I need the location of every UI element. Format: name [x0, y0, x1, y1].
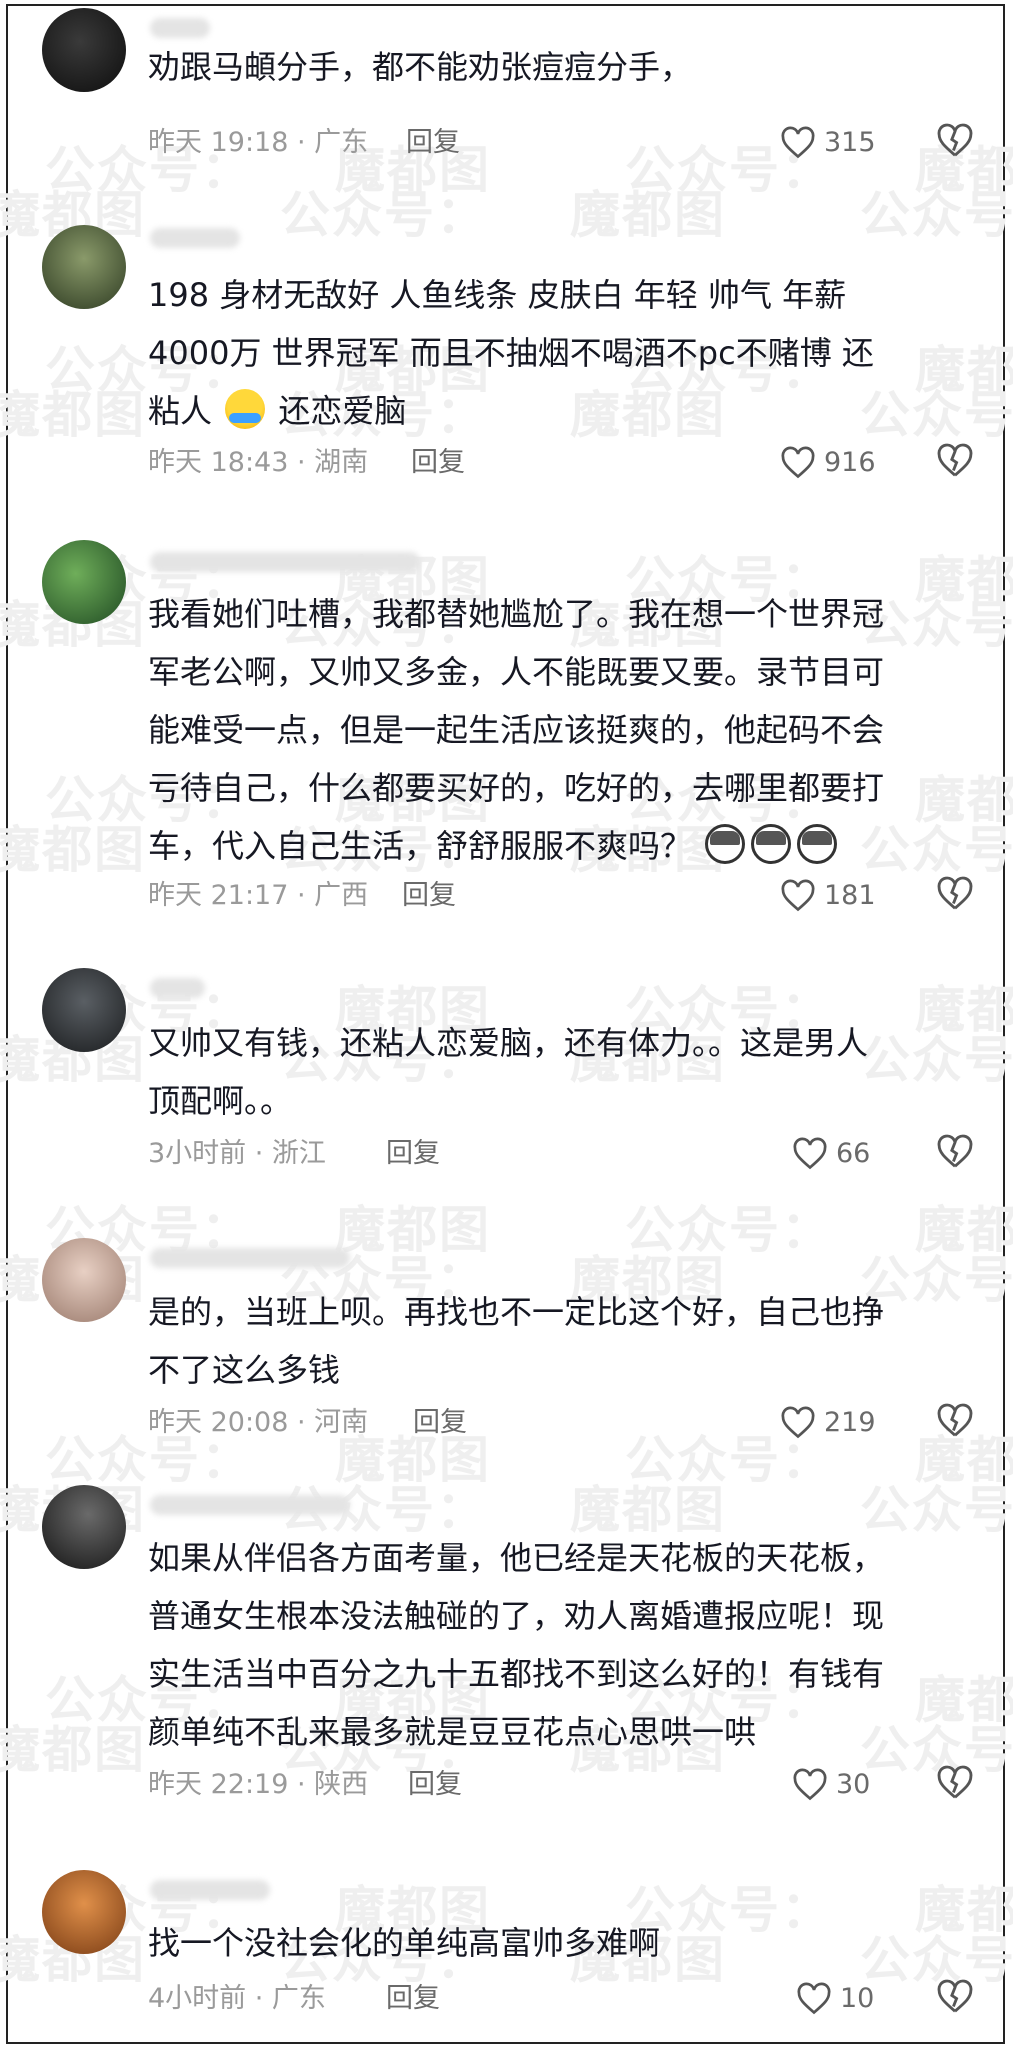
- heart-icon: [781, 1406, 815, 1439]
- comment-line: 我看她们吐槽，我都替她尴尬了。我在想一个世界冠: [148, 595, 885, 633]
- avatar[interactable]: [42, 225, 126, 309]
- comment-line: 军老公啊，又帅又多金，人不能既要又要。录节目可: [148, 653, 885, 691]
- like-count: 30: [836, 1769, 871, 1800]
- comment-meta: 昨天 20:08 · 河南 回复 219: [148, 1403, 978, 1443]
- broken-heart-icon[interactable]: [936, 876, 974, 912]
- broken-heart-icon[interactable]: [936, 1979, 974, 2015]
- comment-line: 实生活当中百分之九十五都找不到这么好的！有钱有: [148, 1655, 885, 1693]
- broken-heart-icon[interactable]: [936, 1765, 974, 1801]
- like-button[interactable]: 10: [796, 1979, 874, 2019]
- comment-time-location: 昨天 20:08 · 河南: [148, 1407, 369, 1438]
- heart-icon: [781, 879, 815, 912]
- comment-time-location: 昨天 21:17 · 广西: [148, 880, 369, 911]
- heart-icon: [781, 446, 815, 479]
- reply-button[interactable]: 回复: [402, 876, 456, 916]
- like-count: 219: [824, 1407, 876, 1438]
- comment-line: 亏待自己，什么都要买好的，吃好的，去哪里都要打: [148, 769, 885, 807]
- comment-text: 劝跟马頔分手，都不能劝张痘痘分手，: [148, 38, 968, 96]
- comment-line: 4000万 世界冠军 而且不抽烟不喝酒不pc不赌博 还: [148, 334, 874, 372]
- heart-icon: [781, 126, 815, 159]
- like-count: 66: [836, 1138, 871, 1169]
- avatar[interactable]: [42, 540, 126, 624]
- comment-line: 普通女生根本没法触碰的了，劝人离婚遭报应呢！现: [148, 1597, 885, 1635]
- reply-button[interactable]: 回复: [408, 1765, 462, 1805]
- comment-time-location: 4小时前 · 广东: [148, 1983, 326, 2014]
- username[interactable]: [150, 1495, 350, 1515]
- comment-line: 如果从伴侣各方面考量，他已经是天花板的天花板，: [148, 1539, 885, 1577]
- comment-text: 是的，当班上呗。再找也不一定比这个好，自己也挣 不了这么多钱: [148, 1283, 968, 1399]
- like-count: 315: [824, 127, 876, 158]
- username[interactable]: [150, 552, 420, 572]
- comment-line: 又帅又有钱，还粘人恋爱脑，还有体力。。这是男人: [148, 1024, 869, 1062]
- like-button[interactable]: 315: [780, 123, 876, 163]
- crying-emoji-icon: [225, 389, 266, 429]
- dog-emoji-icon: [797, 824, 838, 864]
- comment-line: 找一个没社会化的单纯高富帅多难啊: [148, 1924, 661, 1962]
- comment-time-location: 3小时前 · 浙江: [148, 1138, 326, 1169]
- dog-emoji-icon: [751, 824, 792, 864]
- heart-icon: [797, 1982, 831, 2015]
- like-button[interactable]: 30: [792, 1765, 870, 1805]
- like-button[interactable]: 916: [780, 443, 876, 483]
- username[interactable]: [150, 978, 205, 998]
- username[interactable]: [150, 18, 210, 38]
- comment-line: 能难受一点，但是一起生活应该挺爽的，他起码不会: [148, 711, 885, 749]
- comment-line: 粘人 还恋爱脑: [148, 382, 968, 440]
- comment-line: 是的，当班上呗。再找也不一定比这个好，自己也挣: [148, 1293, 885, 1331]
- like-button[interactable]: 219: [780, 1403, 876, 1443]
- comment-meta: 昨天 19:18 · 广东 回复 315: [148, 123, 978, 163]
- dog-emoji-icon: [705, 824, 746, 864]
- comment-text: 我看她们吐槽，我都替她尴尬了。我在想一个世界冠 军老公啊，又帅又多金，人不能既要…: [148, 585, 968, 875]
- username[interactable]: [150, 228, 240, 248]
- like-count: 916: [824, 447, 876, 478]
- avatar[interactable]: [42, 1238, 126, 1322]
- like-count: 10: [840, 1983, 875, 2014]
- comment-meta: 4小时前 · 广东 回复 10: [148, 1979, 978, 2019]
- avatar[interactable]: [42, 1485, 126, 1569]
- comment-line: 不了这么多钱: [148, 1351, 341, 1389]
- comment-time-location: 昨天 22:19 · 陕西: [148, 1769, 369, 1800]
- comment-line: 顶配啊。。: [148, 1082, 293, 1120]
- comment-line-part: 粘人: [148, 392, 213, 430]
- like-count: 181: [824, 880, 876, 911]
- comment-meta: 昨天 18:43 · 湖南 回复 916: [148, 443, 978, 483]
- heart-icon: [793, 1768, 827, 1801]
- reply-button[interactable]: 回复: [406, 123, 460, 163]
- broken-heart-icon[interactable]: [936, 1134, 974, 1170]
- comment-line: 颜单纯不乱来最多就是豆豆花点心思哄一哄: [148, 1713, 757, 1751]
- comment-line: 车，代入自己生活，舒舒服服不爽吗？: [148, 817, 968, 875]
- comment-text: 如果从伴侣各方面考量，他已经是天花板的天花板， 普通女生根本没法触碰的了，劝人离…: [148, 1529, 968, 1761]
- avatar[interactable]: [42, 968, 126, 1052]
- comment-line: 198 身材无敌好 人鱼线条 皮肤白 年轻 帅气 年薪: [148, 276, 847, 314]
- like-button[interactable]: 66: [792, 1134, 870, 1174]
- avatar[interactable]: [42, 1870, 126, 1954]
- reply-button[interactable]: 回复: [386, 1134, 440, 1174]
- comment-time-location: 昨天 19:18 · 广东: [148, 127, 369, 158]
- reply-button[interactable]: 回复: [386, 1979, 440, 2019]
- heart-icon: [793, 1137, 827, 1170]
- comment-line-part: 还恋爱脑: [278, 392, 407, 430]
- reply-button[interactable]: 回复: [413, 1403, 467, 1443]
- comment-text: 198 身材无敌好 人鱼线条 皮肤白 年轻 帅气 年薪 4000万 世界冠军 而…: [148, 266, 968, 440]
- comment-line: 劝跟马頔分手，都不能劝张痘痘分手，: [148, 48, 693, 86]
- like-button[interactable]: 181: [780, 876, 876, 916]
- comment-meta: 3小时前 · 浙江 回复 66: [148, 1134, 978, 1174]
- comment-meta: 昨天 22:19 · 陕西 回复 30: [148, 1765, 978, 1805]
- username[interactable]: [150, 1880, 270, 1900]
- comment-time-location: 昨天 18:43 · 湖南: [148, 447, 369, 478]
- broken-heart-icon[interactable]: [936, 123, 974, 159]
- broken-heart-icon[interactable]: [936, 443, 974, 479]
- comment-text: 又帅又有钱，还粘人恋爱脑，还有体力。。这是男人 顶配啊。。: [148, 1014, 968, 1130]
- broken-heart-icon[interactable]: [936, 1403, 974, 1439]
- comment-meta: 昨天 21:17 · 广西 回复 181: [148, 876, 978, 916]
- reply-button[interactable]: 回复: [411, 443, 465, 483]
- comment-text: 找一个没社会化的单纯高富帅多难啊: [148, 1914, 968, 1972]
- comment-line-part: 车，代入自己生活，舒舒服服不爽吗？: [148, 827, 693, 865]
- avatar[interactable]: [42, 8, 126, 92]
- username[interactable]: [150, 1248, 350, 1268]
